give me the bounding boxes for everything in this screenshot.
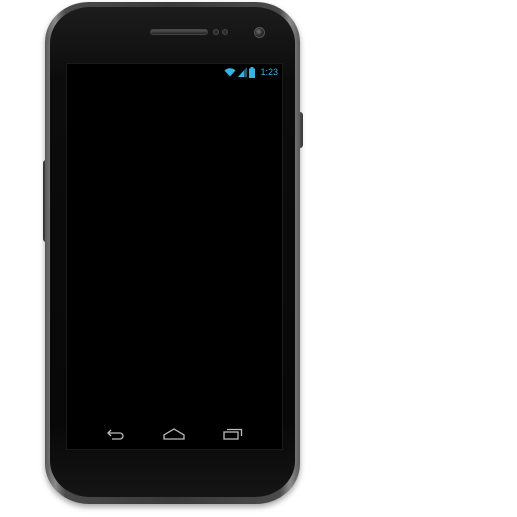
earpiece-speaker: [150, 29, 208, 35]
light-sensor: [222, 29, 228, 35]
home-button[interactable]: [159, 424, 189, 444]
battery-icon: [249, 66, 256, 78]
phone-screen[interactable]: 1:23: [66, 63, 283, 450]
front-camera: [254, 27, 265, 38]
navigation-bar: [67, 419, 282, 449]
wifi-icon: [224, 67, 236, 77]
status-clock: 1:23: [260, 67, 278, 77]
device-mockup-page: 1:23: [0, 0, 517, 517]
proximity-sensor: [213, 29, 219, 35]
back-button[interactable]: [101, 424, 131, 444]
signal-icon: [238, 67, 248, 77]
recent-apps-button[interactable]: [218, 424, 248, 444]
home-icon: [163, 428, 186, 440]
back-icon: [107, 429, 124, 440]
status-bar: 1:23: [67, 64, 282, 80]
recent-apps-icon: [223, 428, 242, 440]
